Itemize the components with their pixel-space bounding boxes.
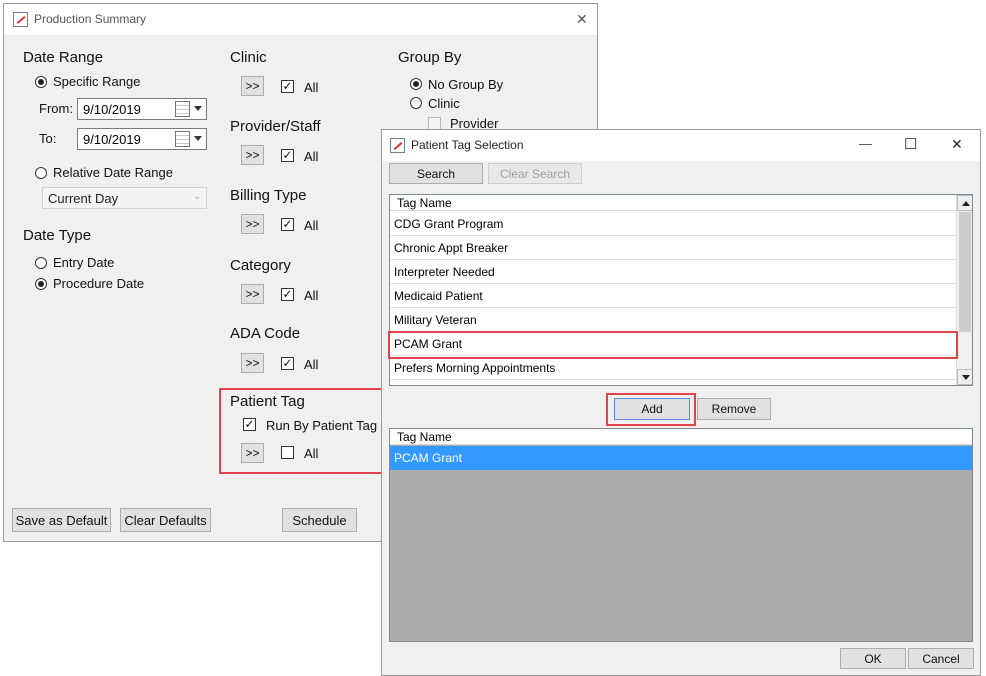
- to-date-field[interactable]: 9/10/2019: [77, 128, 207, 150]
- from-label: From:: [39, 101, 73, 116]
- group-clinic-label: Clinic: [428, 96, 460, 111]
- from-date-field[interactable]: 9/10/2019: [77, 98, 207, 120]
- category-select-button[interactable]: >>: [241, 284, 264, 304]
- group-by-heading: Group By: [398, 49, 462, 66]
- add-button[interactable]: Add: [614, 398, 690, 420]
- maximize-icon[interactable]: ☐: [904, 135, 917, 153]
- entry-date-radio[interactable]: [35, 257, 47, 269]
- minimize-icon[interactable]: —: [859, 136, 872, 151]
- specific-range-radio[interactable]: [35, 76, 47, 88]
- chevron-down-icon[interactable]: [194, 136, 202, 141]
- clear-defaults-button[interactable]: Clear Defaults: [120, 508, 211, 532]
- clinic-select-button[interactable]: >>: [241, 76, 264, 96]
- scroll-down-button[interactable]: [957, 369, 972, 385]
- pcam-grant-highlight: [388, 331, 958, 359]
- billing-select-button[interactable]: >>: [241, 214, 264, 234]
- tag-list-item[interactable]: Military Veteran: [390, 308, 956, 332]
- relative-range-label: Relative Date Range: [53, 165, 173, 180]
- selected-tag-item[interactable]: PCAM Grant: [390, 446, 972, 470]
- run-by-tag-label: Run By Patient Tag: [266, 418, 378, 433]
- from-date-value: 9/10/2019: [83, 102, 141, 117]
- patient-tag-all-checkbox[interactable]: [281, 446, 294, 459]
- app-icon: [390, 138, 405, 153]
- no-group-by-label: No Group By: [428, 77, 504, 92]
- available-tags-header[interactable]: Tag Name: [390, 195, 956, 211]
- chevron-down-icon: ⌄: [193, 191, 202, 202]
- window-title: Production Summary: [34, 12, 147, 26]
- provider-all-label: All: [304, 149, 319, 164]
- selected-tags-list[interactable]: Tag Name PCAM Grant: [389, 428, 973, 642]
- clinic-all-checkbox[interactable]: ✓: [281, 80, 294, 93]
- specific-range-label: Specific Range: [53, 74, 141, 89]
- app-icon: [13, 12, 28, 27]
- patient-tag-select-button[interactable]: >>: [241, 443, 264, 463]
- ada-select-button[interactable]: >>: [241, 353, 264, 373]
- scrollbar[interactable]: [956, 195, 972, 385]
- remove-button[interactable]: Remove: [697, 398, 771, 420]
- title-bar: Production Summary ✕: [4, 4, 597, 35]
- category-all-label: All: [304, 288, 319, 303]
- group-clinic-radio[interactable]: [410, 97, 422, 109]
- scroll-up-button[interactable]: [957, 195, 972, 211]
- close-icon[interactable]: ✕: [951, 136, 963, 153]
- provider-heading: Provider/Staff: [230, 118, 321, 135]
- search-button[interactable]: Search: [389, 163, 483, 184]
- category-heading: Category: [230, 257, 291, 274]
- procedure-date-label: Procedure Date: [53, 276, 145, 291]
- ada-code-heading: ADA Code: [230, 325, 301, 342]
- relative-range-select[interactable]: Current Day ⌄: [42, 187, 207, 209]
- entry-date-label: Entry Date: [53, 255, 115, 270]
- calendar-icon[interactable]: [175, 101, 190, 117]
- tag-list-item[interactable]: Prefers Morning Appointments: [390, 356, 956, 380]
- category-all-checkbox[interactable]: ✓: [281, 288, 294, 301]
- billing-type-heading: Billing Type: [230, 187, 307, 204]
- save-as-default-button[interactable]: Save as Default: [12, 508, 111, 532]
- schedule-button[interactable]: Schedule: [282, 508, 357, 532]
- procedure-date-radio[interactable]: [35, 278, 47, 290]
- arrow-up-icon: [962, 201, 970, 206]
- tag-list-item[interactable]: CDG Grant Program: [390, 212, 956, 236]
- run-by-tag-checkbox[interactable]: ✓: [243, 418, 256, 431]
- selected-tags-header[interactable]: Tag Name: [390, 429, 972, 445]
- to-date-value: 9/10/2019: [83, 132, 141, 147]
- no-group-by-radio[interactable]: [410, 78, 422, 90]
- patient-tag-heading: Patient Tag: [230, 393, 305, 410]
- tag-list-item[interactable]: Interpreter Needed: [390, 260, 956, 284]
- ok-button[interactable]: OK: [840, 648, 906, 669]
- billing-all-checkbox[interactable]: ✓: [281, 218, 294, 231]
- tag-list-item[interactable]: Chronic Appt Breaker: [390, 236, 956, 260]
- relative-range-radio[interactable]: [35, 167, 47, 179]
- clinic-all-label: All: [304, 80, 319, 95]
- tag-title-bar: Patient Tag Selection — ☐ ✕: [382, 130, 980, 161]
- calendar-icon[interactable]: [175, 131, 190, 147]
- clinic-heading: Clinic: [230, 49, 267, 66]
- chevron-down-icon[interactable]: [194, 106, 202, 111]
- to-label: To:: [39, 131, 57, 146]
- close-icon[interactable]: ✕: [576, 11, 588, 28]
- provider-all-checkbox[interactable]: ✓: [281, 149, 294, 162]
- patient-tag-all-label: All: [304, 446, 319, 461]
- billing-all-label: All: [304, 218, 319, 233]
- ada-all-checkbox[interactable]: ✓: [281, 357, 294, 370]
- relative-range-value: Current Day: [48, 191, 119, 206]
- tag-list-item[interactable]: Medicaid Patient: [390, 284, 956, 308]
- date-type-heading: Date Type: [23, 227, 92, 244]
- clear-search-button[interactable]: Clear Search: [488, 163, 582, 184]
- scrollbar-thumb[interactable]: [959, 212, 971, 332]
- tag-window-title: Patient Tag Selection: [411, 138, 524, 152]
- provider-select-button[interactable]: >>: [241, 145, 264, 165]
- cancel-button[interactable]: Cancel: [908, 648, 974, 669]
- date-range-heading: Date Range: [23, 49, 104, 66]
- ada-all-label: All: [304, 357, 319, 372]
- arrow-down-icon: [962, 375, 970, 380]
